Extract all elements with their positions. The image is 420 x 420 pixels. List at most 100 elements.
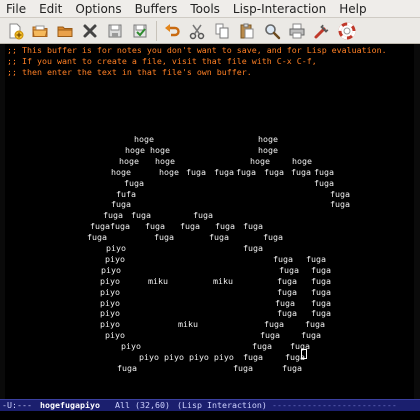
art-word: hoge — [159, 166, 179, 177]
art-word: piyo — [121, 341, 141, 352]
art-word: piyo — [106, 243, 126, 253]
minibuffer[interactable] — [0, 411, 420, 420]
art-word: fuga — [277, 286, 297, 297]
art-word: fuga — [282, 362, 302, 373]
art-word: fuga — [314, 166, 334, 177]
open-folder-icon[interactable] — [29, 20, 51, 42]
search-icon[interactable] — [261, 20, 283, 42]
art-word: hoge — [119, 155, 139, 166]
art-word: miku — [213, 275, 233, 286]
preferences-icon[interactable] — [311, 20, 333, 42]
undo-icon[interactable] — [161, 20, 183, 42]
menu-lisp-interaction[interactable]: Lisp-Interaction — [227, 0, 333, 18]
art-word: fugafuga — [90, 221, 130, 232]
art-word: fuga — [214, 166, 234, 177]
art-word: fuga — [301, 330, 321, 341]
art-word: fuga — [275, 297, 295, 308]
art-word: fuga — [124, 177, 144, 188]
modeline-position: All (32,60) — [115, 400, 170, 410]
menu-bar: File Edit Options Buffers Tools Lisp-Interact… — [0, 0, 420, 18]
art-word: fuga — [236, 166, 256, 177]
art-word: hoge — [250, 155, 270, 166]
art-word: fuga — [277, 308, 297, 319]
art-word: hoge hoge — [125, 144, 170, 155]
art-word: fuga — [131, 210, 151, 221]
modeline-mode[interactable]: (Lisp Interaction) — [177, 400, 267, 411]
art-word: hoge — [155, 155, 175, 166]
menu-file[interactable]: File — [0, 0, 33, 18]
art-word: fuga — [215, 221, 235, 232]
new-file-icon[interactable] — [4, 20, 26, 42]
cut-icon[interactable] — [186, 20, 208, 42]
art-word: fuga — [311, 264, 331, 275]
art-word: fuga — [311, 286, 331, 297]
menu-options[interactable]: Options — [69, 0, 128, 18]
menu-tools[interactable]: Tools — [184, 0, 227, 18]
art-word: fuga — [263, 232, 283, 243]
art-word: fuga — [330, 199, 350, 210]
menu-edit[interactable]: Edit — [33, 0, 69, 18]
art-word: hoge — [258, 134, 278, 144]
tool-bar — [0, 18, 420, 44]
close-buffer-icon[interactable] — [79, 20, 101, 42]
art-word: fuga — [145, 221, 165, 232]
art-word: fuga — [180, 221, 200, 232]
paste-icon[interactable] — [236, 20, 258, 42]
art-word: fufa — [116, 188, 136, 199]
art-word: piyo — [105, 330, 125, 341]
art-word: fuga — [311, 275, 331, 286]
art-word: fuga — [103, 210, 123, 221]
art-word: miku — [178, 319, 198, 330]
art-word: piyo piyo piyo piyo — [139, 352, 234, 362]
art-word: fuga — [209, 232, 229, 243]
art-word: fuga — [252, 341, 272, 352]
art-word: fuga — [264, 319, 284, 330]
art-word: fuga — [87, 232, 107, 243]
art-word: fuga — [154, 232, 174, 243]
art-word: fuga — [314, 177, 334, 188]
art-word: fuga — [311, 297, 331, 308]
art-word: fuga — [330, 188, 350, 199]
art-word: hoge — [134, 134, 154, 144]
art-word: fuga — [186, 166, 206, 177]
art-word: piyo — [100, 286, 120, 297]
art-word: piyo — [100, 275, 120, 286]
menu-help[interactable]: Help — [333, 0, 373, 18]
art-word: piyo — [101, 264, 121, 275]
art-word: fuga — [243, 352, 263, 362]
modeline-buffer-name[interactable]: hogefugapiyo — [40, 400, 100, 411]
ascii-art-text: hoge hoge hoge hoge hoge hoge hoge hoge hoge hog… — [0, 44, 420, 399]
art-word: fuga — [273, 253, 293, 264]
art-word: piyo — [100, 308, 120, 319]
art-word: fuga — [243, 221, 263, 232]
art-word: fuga — [111, 199, 131, 210]
save-as-icon[interactable] — [129, 20, 151, 42]
text-cursor — [301, 349, 307, 359]
open-directory-icon[interactable] — [54, 20, 76, 42]
art-word: fuga — [291, 166, 311, 177]
save-icon[interactable] — [104, 20, 126, 42]
toolbar-separator — [156, 20, 157, 41]
help-icon[interactable] — [336, 20, 358, 42]
modeline-fill: ------------------------- — [272, 400, 397, 410]
art-word: fuga — [277, 275, 297, 286]
art-word: miku — [148, 275, 168, 286]
art-word: hoge — [292, 155, 312, 166]
art-word: fuga — [279, 264, 299, 275]
art-word: hoge — [258, 144, 278, 155]
art-word: fuga — [233, 362, 253, 373]
art-word: fuga — [117, 362, 137, 373]
art-word: piyo — [105, 253, 125, 264]
copy-icon[interactable] — [211, 20, 233, 42]
art-word: fuga — [305, 319, 325, 330]
editor-window[interactable]: ;; This buffer is for notes you don't wa… — [0, 44, 420, 399]
modeline-status: -U:--- — [2, 400, 32, 410]
art-word: fuga — [260, 330, 280, 341]
art-word: hoge — [111, 166, 131, 177]
art-word: fuga — [311, 308, 331, 319]
menu-buffers[interactable]: Buffers — [129, 0, 185, 18]
art-word: fuga — [264, 166, 284, 177]
print-icon[interactable] — [286, 20, 308, 42]
art-word: fuga — [243, 243, 263, 253]
art-word: fuga — [306, 253, 326, 264]
